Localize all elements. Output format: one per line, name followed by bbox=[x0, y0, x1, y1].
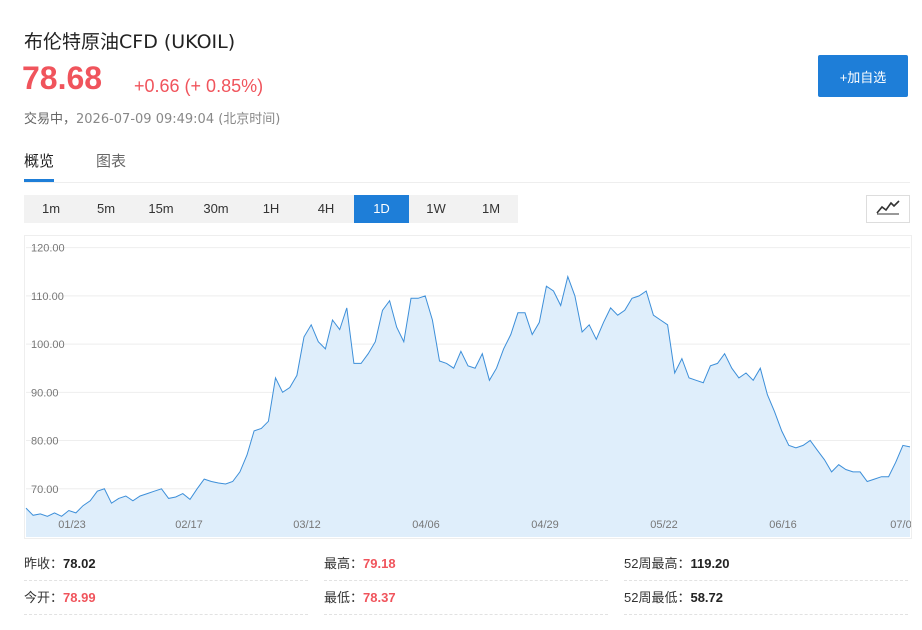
period-1h-button[interactable]: 1H bbox=[244, 195, 298, 223]
x-tick-label: 05/22 bbox=[650, 519, 678, 531]
trading-status: 交易中，2026-07-09 09:49:04 (北京时间) bbox=[24, 108, 280, 127]
y-tick-label: 90.00 bbox=[31, 387, 59, 399]
price-change: +0.66 (+ 0.85%) bbox=[134, 76, 264, 96]
instrument-title: 布伦特原油CFD (UKOIL) bbox=[24, 31, 236, 53]
timestamp: 2026-07-09 09:49:04 (北京时间) bbox=[76, 112, 281, 127]
stat-value: 79.18 bbox=[363, 556, 396, 571]
tab-overview[interactable]: 概览 bbox=[24, 150, 55, 182]
current-price: 78.68 bbox=[22, 60, 103, 96]
period-selector: 1m 5m 15m 30m 1H 4H 1D 1W 1M bbox=[24, 195, 518, 223]
stat-value: 78.02 bbox=[63, 556, 96, 571]
tab-chart[interactable]: 图表 bbox=[96, 150, 126, 179]
stat-label: 今开： bbox=[24, 590, 64, 605]
stat-low: 最低：78.37 bbox=[324, 582, 608, 615]
price-chart[interactable]: 60.0070.0080.0090.00100.00110.00120.0001… bbox=[24, 235, 912, 539]
y-tick-label: 70.00 bbox=[31, 484, 59, 496]
stat-52w-low: 52周最低：58.72 bbox=[624, 582, 908, 615]
x-tick-label: 02/17 bbox=[175, 519, 203, 531]
x-tick-label: 04/29 bbox=[531, 519, 559, 531]
x-tick-label: 06/16 bbox=[769, 519, 797, 531]
stat-label: 最高： bbox=[324, 556, 364, 571]
x-tick-label: 01/23 bbox=[58, 519, 86, 531]
period-30m-button[interactable]: 30m bbox=[189, 195, 243, 223]
period-1mo-button[interactable]: 1M bbox=[464, 195, 518, 223]
stat-label: 52周最高： bbox=[624, 556, 691, 571]
stat-52w-high: 52周最高：119.20 bbox=[624, 548, 908, 581]
stat-high: 最高：79.18 bbox=[324, 548, 608, 581]
stat-label: 52周最低： bbox=[624, 590, 691, 605]
x-tick-label: 07/0 bbox=[890, 519, 911, 531]
x-tick-label: 04/06 bbox=[412, 519, 440, 531]
chart-type-button[interactable] bbox=[866, 195, 910, 223]
stat-label: 最低： bbox=[324, 590, 364, 605]
period-1m-button[interactable]: 1m bbox=[24, 195, 78, 223]
stat-value: 119.20 bbox=[690, 556, 730, 571]
stat-label: 昨收： bbox=[24, 556, 64, 571]
x-tick-label: 03/12 bbox=[293, 519, 321, 531]
period-15m-button[interactable]: 15m bbox=[134, 195, 188, 223]
y-tick-label: 110.00 bbox=[31, 291, 64, 303]
area-fill bbox=[26, 276, 910, 537]
y-tick-label: 80.00 bbox=[31, 436, 59, 448]
stat-prev-close: 昨收：78.02 bbox=[24, 548, 308, 581]
period-4h-button[interactable]: 4H bbox=[299, 195, 353, 223]
status-text: 交易中， bbox=[24, 112, 77, 127]
period-1d-button[interactable]: 1D bbox=[354, 195, 409, 223]
y-tick-label: 120.00 bbox=[31, 243, 65, 255]
line-chart-icon bbox=[876, 199, 900, 219]
price-chart-svg: 60.0070.0080.0090.00100.00110.00120.0001… bbox=[25, 243, 911, 537]
stat-open: 今开：78.99 bbox=[24, 582, 308, 615]
stat-value: 58.72 bbox=[690, 590, 724, 605]
add-watchlist-button[interactable]: +加自选 bbox=[818, 55, 908, 97]
stat-value: 78.99 bbox=[63, 590, 96, 605]
tab-bar: 概览 图表 bbox=[24, 150, 910, 183]
stat-value: 78.37 bbox=[363, 590, 396, 605]
y-tick-label: 100.00 bbox=[31, 339, 65, 351]
period-1w-button[interactable]: 1W bbox=[409, 195, 463, 223]
period-5m-button[interactable]: 5m bbox=[79, 195, 133, 223]
